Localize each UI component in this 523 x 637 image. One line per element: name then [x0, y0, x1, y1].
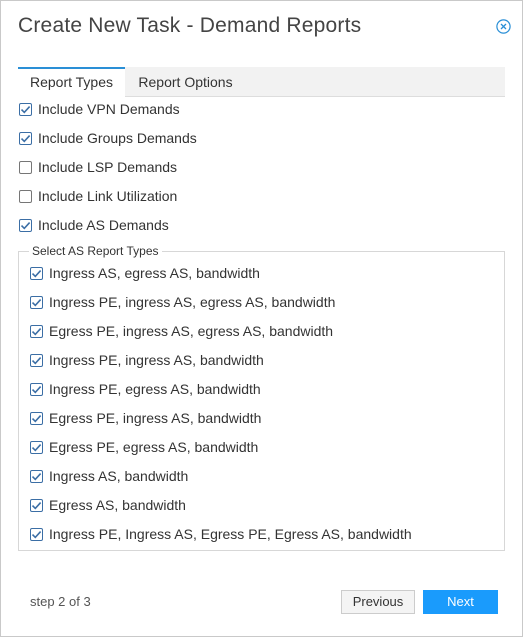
report-option-row[interactable]: Include Link Utilization	[19, 187, 177, 205]
checkbox-checked[interactable]	[30, 498, 43, 512]
next-button[interactable]: Next	[423, 590, 498, 614]
close-icon[interactable]	[496, 19, 511, 34]
step-indicator: step 2 of 3	[30, 594, 91, 609]
report-option-row[interactable]: Include VPN Demands	[19, 100, 180, 118]
as-report-type-label: Ingress AS, bandwidth	[49, 468, 189, 484]
checkbox-unchecked[interactable]	[19, 160, 32, 174]
as-report-type-row[interactable]: Ingress PE, Ingress AS, Egress PE, Egres…	[30, 525, 412, 543]
tab-report-types[interactable]: Report Types	[18, 67, 125, 97]
previous-button[interactable]: Previous	[341, 590, 415, 614]
report-option-row[interactable]: Include LSP Demands	[19, 158, 177, 176]
checkbox-checked[interactable]	[30, 353, 43, 367]
as-report-type-label: Egress PE, ingress AS, egress AS, bandwi…	[49, 323, 334, 339]
checkbox-checked[interactable]	[30, 382, 43, 396]
as-report-type-label: Ingress PE, ingress AS, egress AS, bandw…	[49, 294, 336, 310]
report-option-label: Include VPN Demands	[38, 101, 180, 117]
checkbox-checked[interactable]	[19, 218, 32, 232]
tab-bar: Report Types Report Options	[18, 67, 505, 97]
dialog-title: Create New Task - Demand Reports	[18, 14, 362, 37]
checkbox-checked[interactable]	[30, 266, 43, 280]
as-report-type-row[interactable]: Ingress PE, ingress AS, bandwidth	[30, 351, 264, 369]
report-option-label: Include Link Utilization	[38, 188, 178, 204]
as-report-type-row[interactable]: Egress PE, ingress AS, egress AS, bandwi…	[30, 322, 333, 340]
checkbox-unchecked[interactable]	[19, 189, 32, 203]
report-option-row[interactable]: Include AS Demands	[19, 216, 169, 234]
as-report-type-label: Ingress PE, Ingress AS, Egress PE, Egres…	[49, 526, 412, 542]
checkbox-checked[interactable]	[30, 440, 43, 454]
report-option-label: Include Groups Demands	[38, 130, 197, 146]
as-report-type-label: Egress AS, bandwidth	[49, 497, 186, 513]
as-report-type-row[interactable]: Ingress PE, ingress AS, egress AS, bandw…	[30, 293, 335, 311]
checkbox-checked[interactable]	[19, 131, 32, 145]
checkbox-checked[interactable]	[30, 411, 43, 425]
as-report-type-row[interactable]: Egress PE, ingress AS, bandwidth	[30, 409, 261, 427]
as-report-type-row[interactable]: Ingress AS, bandwidth	[30, 467, 188, 485]
report-option-label: Include AS Demands	[38, 217, 169, 233]
checkbox-checked[interactable]	[30, 295, 43, 309]
as-report-type-label: Ingress PE, egress AS, bandwidth	[49, 381, 261, 397]
as-report-type-label: Ingress PE, ingress AS, bandwidth	[49, 352, 264, 368]
checkbox-checked[interactable]	[19, 102, 32, 116]
tab-report-options[interactable]: Report Options	[125, 67, 246, 97]
as-report-type-row[interactable]: Ingress PE, egress AS, bandwidth	[30, 380, 261, 398]
report-option-label: Include LSP Demands	[38, 159, 178, 175]
as-report-type-row[interactable]: Egress PE, egress AS, bandwidth	[30, 438, 258, 456]
as-report-type-label: Egress PE, ingress AS, bandwidth	[49, 410, 262, 426]
report-option-row[interactable]: Include Groups Demands	[19, 129, 197, 147]
checkbox-checked[interactable]	[30, 527, 43, 541]
as-report-type-row[interactable]: Egress AS, bandwidth	[30, 496, 186, 514]
as-report-type-row[interactable]: Ingress AS, egress AS, bandwidth	[30, 264, 260, 282]
checkbox-checked[interactable]	[30, 469, 43, 483]
create-task-dialog: Create New Task - Demand Reports Report …	[0, 0, 523, 637]
as-report-types-legend: Select AS Report Types	[29, 244, 162, 258]
as-report-type-label: Egress PE, egress AS, bandwidth	[49, 439, 259, 455]
as-report-type-label: Ingress AS, egress AS, bandwidth	[49, 265, 260, 281]
checkbox-checked[interactable]	[30, 324, 43, 338]
